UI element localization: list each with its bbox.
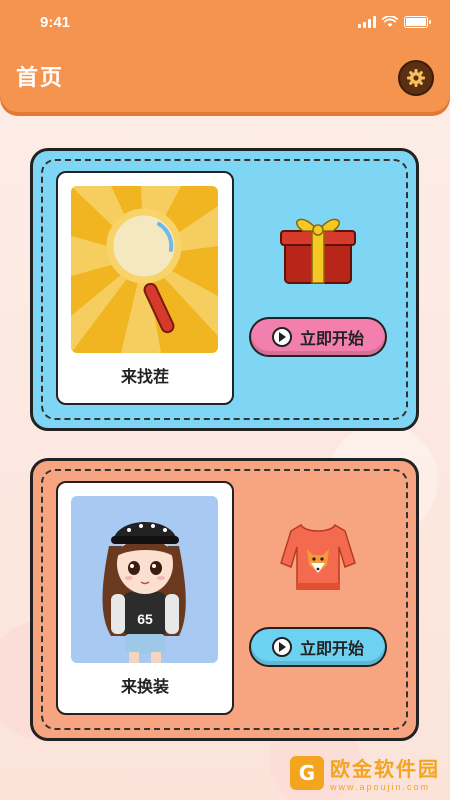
start-button-spot-difference[interactable]: 立即开始 [249,317,387,357]
gift-box-icon [280,218,356,284]
fox-sweater-icon [280,523,356,590]
signal-icon [358,16,376,28]
battery-icon [404,16,431,28]
wifi-icon [382,16,398,27]
app-header: 9:41 首页 [0,0,450,112]
status-time: 9:41 [40,13,71,31]
game-card-dress-up: 65 来换装 立即开始 [30,458,419,741]
status-bar: 9:41 [0,0,450,44]
game-label: 来换装 [120,677,169,696]
page-title: 首页 [16,66,65,91]
site-watermark: G 欧金软件园 www.apoujin.com [290,753,440,792]
gear-icon [407,69,425,87]
settings-button[interactable] [398,60,434,96]
watermark-text: 欧金软件园 www.apoujin.com [330,753,440,792]
play-icon [271,327,292,347]
play-icon [271,637,292,657]
magnifier-thumbnail [71,186,218,353]
watermark-main: 欧金软件园 [330,757,440,781]
game-thumbnail-card[interactable]: 来找茬 [56,171,234,405]
dressup-girl-illustration: 65 [71,496,218,663]
start-button-dress-up[interactable]: 立即开始 [249,627,387,667]
watermark-sub: www.apoujin.com [330,782,431,792]
status-icons [358,16,431,28]
watermark-logo-icon: G [290,755,324,790]
dressup-thumbnail: 65 [71,496,218,663]
svg-text:65: 65 [137,611,153,627]
start-button-label: 立即开始 [299,639,364,658]
start-button-label: 立即开始 [299,329,364,348]
magnifier-icon [71,186,218,353]
game-label: 来找茬 [120,367,169,386]
game-card-spot-difference: 来找茬 立即开始 [30,148,419,431]
game-thumbnail-card[interactable]: 65 来换装 [56,481,234,715]
